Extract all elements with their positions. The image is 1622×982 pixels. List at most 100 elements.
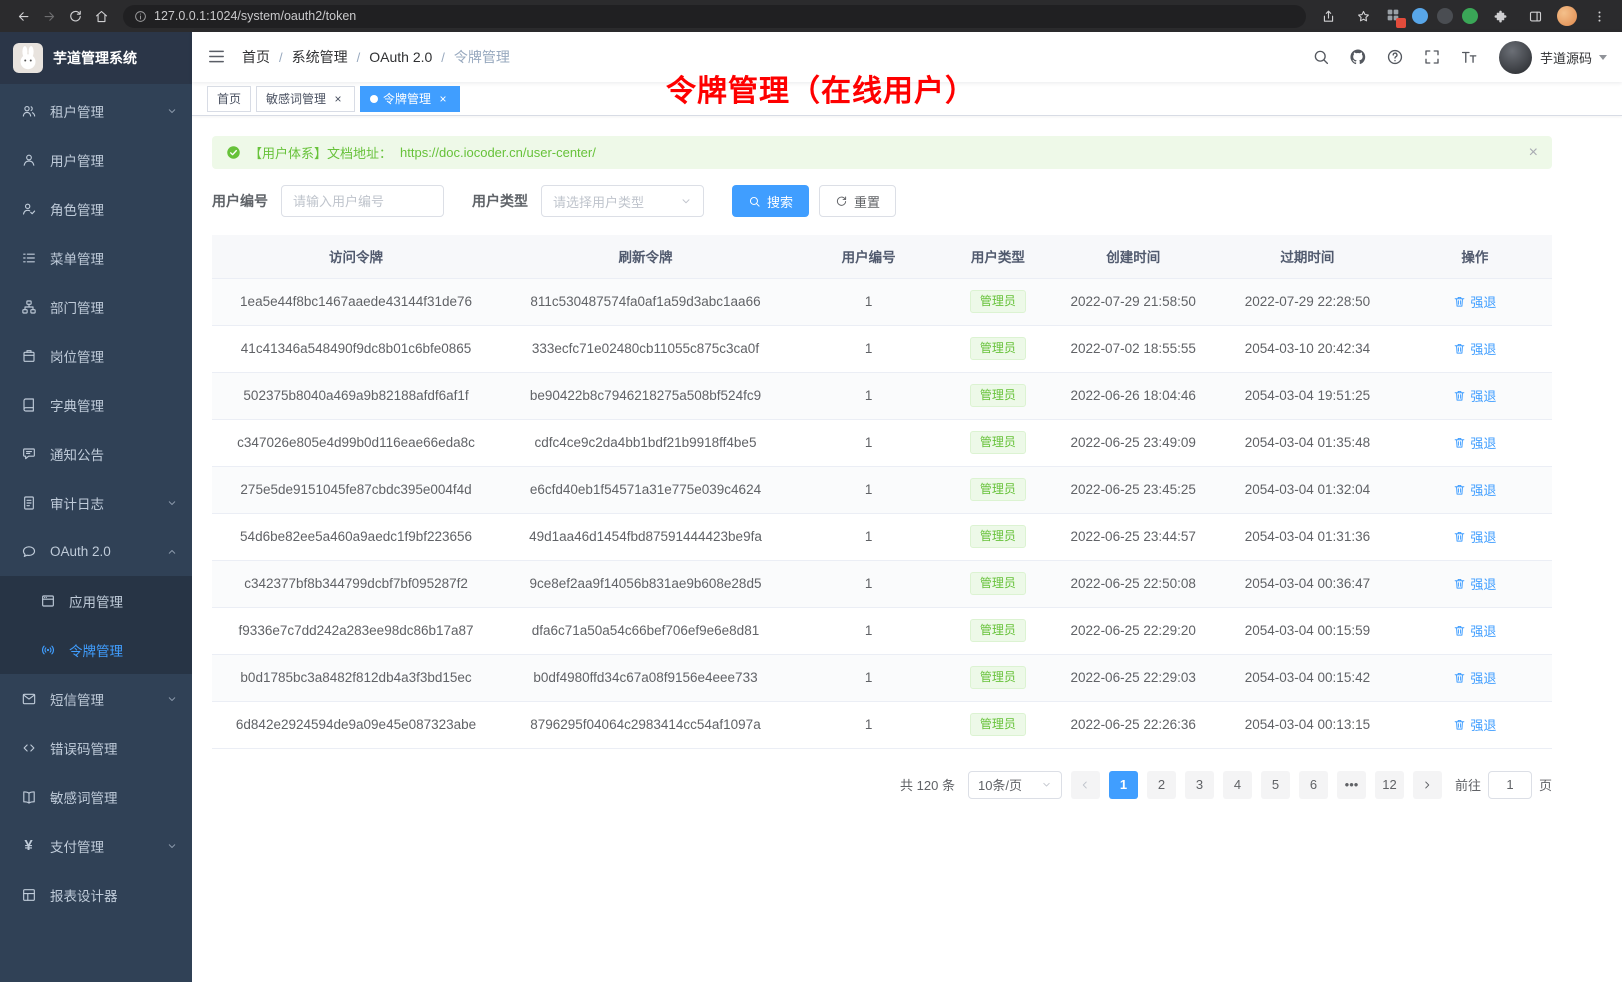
force-logout-button[interactable]: 强退 (1453, 339, 1496, 358)
sidebar-item-role[interactable]: 角色管理 (0, 184, 192, 233)
hamburger-icon[interactable] (207, 47, 227, 67)
goto-page-input[interactable] (1488, 771, 1532, 799)
sidebar-item-dict[interactable]: 字典管理 (0, 380, 192, 429)
force-logout-button[interactable]: 强退 (1453, 480, 1496, 499)
column-action: 操作 (1398, 235, 1552, 278)
tab-token-management[interactable]: 令牌管理 × (360, 86, 460, 112)
extensions-puzzle-icon[interactable] (1487, 3, 1513, 29)
close-icon[interactable]: × (436, 92, 450, 106)
breadcrumb-item-system[interactable]: 系统管理 (292, 47, 348, 67)
cell-access-token: b0d1785bc3a8482f812db4a3f3bd15ec (212, 654, 500, 701)
delete-icon (1453, 577, 1466, 590)
sidebar-item-label: 短信管理 (50, 689, 166, 709)
breadcrumb-separator: / (279, 50, 283, 65)
sidebar-item-notice[interactable]: 通知公告 (0, 429, 192, 478)
page-button-4[interactable]: 4 (1223, 771, 1252, 799)
alert-close-icon[interactable]: × (1529, 145, 1538, 161)
sidebar-item-menu[interactable]: 菜单管理 (0, 233, 192, 282)
book-icon (20, 396, 37, 413)
bookmark-star-icon[interactable] (1350, 3, 1376, 29)
page-size-select[interactable]: 10条/页 (968, 771, 1062, 799)
tab-home[interactable]: 首页 (207, 86, 251, 112)
page-button-3[interactable]: 3 (1185, 771, 1214, 799)
user-type-tag: 管理员 (970, 572, 1026, 596)
browser-reload-icon[interactable] (62, 3, 88, 29)
sidebar-item-tenant[interactable]: 租户管理 (0, 86, 192, 135)
chevron-down-icon (166, 497, 178, 509)
force-logout-button[interactable]: 强退 (1453, 668, 1496, 687)
search-icon (748, 195, 761, 208)
close-icon[interactable]: × (331, 92, 345, 106)
help-icon[interactable] (1385, 47, 1405, 67)
browser-home-icon[interactable] (88, 3, 114, 29)
force-logout-label: 强退 (1470, 574, 1496, 593)
force-logout-button[interactable]: 强退 (1453, 715, 1496, 734)
page-button-1[interactable]: 1 (1109, 771, 1138, 799)
cell-action: 强退 (1398, 654, 1552, 701)
sidebar-item-dept[interactable]: 部门管理 (0, 282, 192, 331)
browser-forward-icon[interactable] (36, 3, 62, 29)
sidebar-item-sms[interactable]: 短信管理 (0, 674, 192, 723)
force-logout-button[interactable]: 强退 (1453, 574, 1496, 593)
side-panel-icon[interactable] (1522, 3, 1548, 29)
force-logout-button[interactable]: 强退 (1453, 527, 1496, 546)
sidebar-item-oauth-token[interactable]: 令牌管理 (0, 625, 192, 674)
next-page-button[interactable] (1413, 771, 1442, 799)
share-icon[interactable] (1315, 3, 1341, 29)
table-row: 502375b8040a469a9b82188afdf6af1f be90422… (212, 372, 1552, 419)
sidebar-item-user[interactable]: 用户管理 (0, 135, 192, 184)
sidebar-item-oauth-apps[interactable]: 应用管理 (0, 576, 192, 625)
breadcrumb: 首页 / 系统管理 / OAuth 2.0 / 令牌管理 (242, 47, 510, 67)
table-row: 1ea5e44f8bc1467aaede43144f31de76 811c530… (212, 278, 1552, 325)
page-button-6[interactable]: 6 (1299, 771, 1328, 799)
cell-user-id: 1 (791, 325, 946, 372)
page-ellipsis-button[interactable]: ••• (1337, 771, 1366, 799)
open-book-icon (20, 788, 37, 805)
sidebar-item-report-designer[interactable]: 报表设计器 (0, 870, 192, 919)
tab-sensitive-words[interactable]: 敏感词管理 × (256, 86, 355, 112)
browser-menu-icon[interactable] (1586, 3, 1612, 29)
prev-page-button[interactable] (1071, 771, 1100, 799)
font-size-icon[interactable] (1459, 47, 1479, 67)
extension-dark-icon[interactable] (1437, 8, 1453, 24)
force-logout-button[interactable]: 强退 (1453, 292, 1496, 311)
delete-icon (1453, 342, 1466, 355)
force-logout-button[interactable]: 强退 (1453, 621, 1496, 640)
github-icon[interactable] (1348, 47, 1368, 67)
search-button[interactable]: 搜索 (732, 185, 809, 217)
sidebar-item-error-code[interactable]: 错误码管理 (0, 723, 192, 772)
cell-user-type: 管理员 (946, 419, 1049, 466)
force-logout-label: 强退 (1470, 668, 1496, 687)
address-bar[interactable]: 127.0.0.1:1024/system/oauth2/token (123, 5, 1306, 28)
extension-green-icon[interactable] (1462, 8, 1478, 24)
user-id-input[interactable] (281, 185, 444, 217)
sidebar-item-audit-log[interactable]: 审计日志 (0, 478, 192, 527)
breadcrumb-item-home[interactable]: 首页 (242, 47, 270, 67)
doc-link[interactable]: https://doc.iocoder.cn/user-center/ (400, 145, 596, 160)
fullscreen-icon[interactable] (1422, 47, 1442, 67)
sidebar-item-post[interactable]: 岗位管理 (0, 331, 192, 380)
browser-profile-avatar[interactable] (1557, 6, 1577, 26)
cell-user-type: 管理员 (946, 560, 1049, 607)
sidebar-item-oauth[interactable]: OAuth 2.0 (0, 527, 192, 576)
page-button-2[interactable]: 2 (1147, 771, 1176, 799)
force-logout-button[interactable]: 强退 (1453, 433, 1496, 452)
sidebar-item-label: 应用管理 (69, 591, 178, 611)
extension-blue-icon[interactable] (1412, 8, 1428, 24)
cell-user-id: 1 (791, 278, 946, 325)
sidebar-item-sensitive-words[interactable]: 敏感词管理 (0, 772, 192, 821)
reset-button[interactable]: 重置 (819, 185, 896, 217)
cell-access-token: c342377bf8b344799dcbf7bf095287f2 (212, 560, 500, 607)
page-button-12[interactable]: 12 (1375, 771, 1404, 799)
sidebar-item-payment[interactable]: ¥ 支付管理 (0, 821, 192, 870)
search-icon[interactable] (1311, 47, 1331, 67)
extension-grid-icon[interactable] (1385, 7, 1403, 25)
user-menu[interactable]: 芋道源码 (1499, 41, 1607, 74)
page-button-5[interactable]: 5 (1261, 771, 1290, 799)
force-logout-button[interactable]: 强退 (1453, 386, 1496, 405)
breadcrumb-item-oauth[interactable]: OAuth 2.0 (369, 49, 432, 65)
browser-actions (1315, 3, 1612, 29)
user-type-select[interactable]: 请选择用户类型 (541, 185, 704, 217)
browser-back-icon[interactable] (10, 3, 36, 29)
cell-expire-time: 2054-03-04 01:32:04 (1217, 466, 1398, 513)
